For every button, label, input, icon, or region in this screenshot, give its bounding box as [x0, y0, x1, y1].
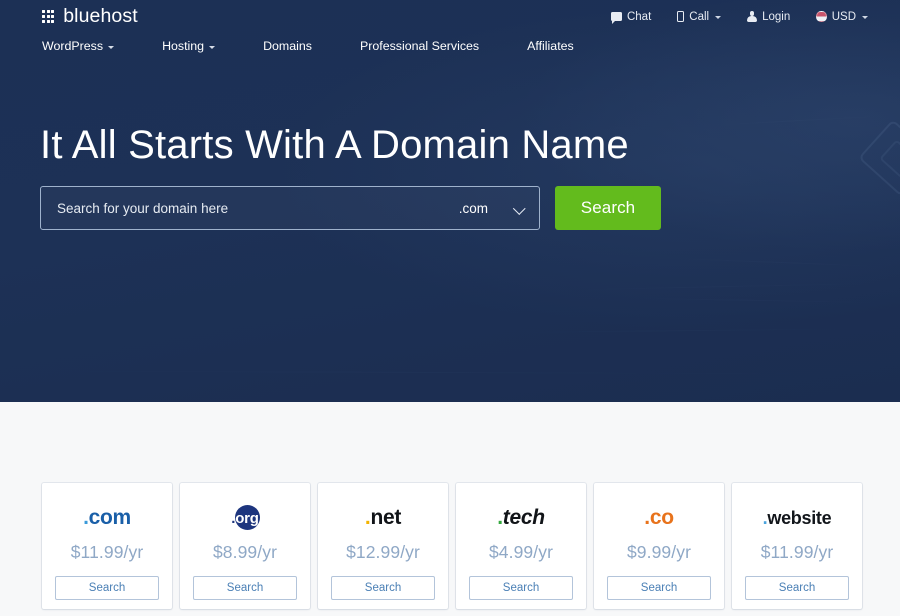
hero-decorative-shape	[858, 119, 900, 197]
tld-dropdown[interactable]: .com	[449, 201, 525, 216]
tld-price-co: $9.99/yr	[626, 542, 692, 562]
grid-dots-icon	[42, 10, 55, 23]
tld-card-net[interactable]: . net $12.99/yr Search	[318, 483, 448, 609]
chevron-down-icon	[108, 46, 115, 49]
tld-logo-org: .org	[225, 505, 265, 530]
tld-logo-co: . co	[644, 506, 674, 530]
tld-pricing-section: . com $11.99/yr Search .org $8.99/yr Sear…	[0, 402, 900, 616]
topbar-label-currency: USD	[831, 10, 856, 23]
topbar-label-login: Login	[762, 10, 791, 23]
tld-search-button-website[interactable]: Search	[745, 576, 849, 600]
tld-name-co: co	[649, 506, 674, 529]
user-icon	[747, 11, 758, 22]
topbar-item-login[interactable]: Login	[747, 11, 790, 23]
tld-card-website[interactable]: . website $11.99/yr Search	[732, 483, 862, 609]
chevron-down-icon	[514, 203, 525, 214]
page-root: bluehost Chat Call Login USD WordPress H…	[0, 0, 900, 616]
tld-card-tech[interactable]: . tech $4.99/yr Search	[456, 483, 586, 609]
tld-price-tech: $4.99/yr	[488, 542, 554, 562]
brand-logo[interactable]: bluehost	[42, 5, 138, 28]
hero-section: bluehost Chat Call Login USD WordPress H…	[0, 0, 900, 402]
nav-label-hosting: Hosting	[162, 39, 205, 53]
tld-card-list: . com $11.99/yr Search .org $8.99/yr Sear…	[42, 483, 862, 609]
tld-search-button-co[interactable]: Search	[607, 576, 711, 600]
chevron-down-icon	[862, 16, 868, 19]
tld-name-com: com	[88, 506, 132, 529]
nav-item-professional-services[interactable]: Professional Services	[360, 39, 479, 53]
nav-label-professional-services: Professional Services	[359, 39, 480, 53]
tld-price-org: $8.99/yr	[212, 542, 278, 562]
nav-item-wordpress[interactable]: WordPress	[42, 39, 115, 53]
search-button[interactable]: Search	[555, 186, 661, 230]
tld-name-tech: tech	[502, 506, 545, 529]
tld-logo-net: . net	[365, 506, 401, 530]
tld-search-button-com[interactable]: Search	[55, 576, 159, 600]
tld-selected-value: .com	[458, 200, 488, 216]
tld-price-net: $12.99/yr	[346, 542, 420, 562]
tld-search-button-org[interactable]: Search	[193, 576, 297, 600]
nav-item-hosting[interactable]: Hosting	[162, 39, 216, 53]
topbar-label-chat: Chat	[626, 10, 652, 23]
chat-icon	[610, 12, 622, 24]
nav-item-domains[interactable]: Domains	[263, 39, 312, 53]
search-input[interactable]	[57, 200, 449, 216]
tld-name-net: net	[370, 506, 402, 529]
topbar-item-call[interactable]: Call	[677, 10, 722, 23]
topbar-item-chat[interactable]: Chat	[610, 10, 652, 24]
domain-search-box[interactable]: .com	[40, 186, 540, 230]
tld-logo-tech: . tech	[497, 506, 545, 530]
hero-title: It All Starts With A Domain Name	[40, 123, 629, 167]
currency-flag-icon	[816, 11, 827, 22]
brand-name: bluehost	[63, 5, 138, 27]
tld-card-co[interactable]: . co $9.99/yr Search	[594, 483, 724, 609]
chevron-down-icon	[209, 46, 216, 49]
top-utility-links: Chat Call Login USD	[610, 10, 876, 24]
tld-price-website: $11.99/yr	[760, 542, 834, 562]
nav-label-affiliates: Affiliates	[527, 39, 574, 53]
tld-name-org: org	[235, 509, 259, 527]
tld-logo-website: . website	[763, 506, 832, 530]
topbar-item-currency[interactable]: USD	[816, 11, 868, 23]
hero-decorative-shape-inner	[879, 139, 900, 179]
tld-name-website: website	[767, 507, 832, 528]
tld-logo-com: . com	[83, 506, 131, 530]
tld-search-button-tech[interactable]: Search	[469, 576, 573, 600]
main-navigation: WordPress Hosting Domains Professional S…	[0, 33, 900, 59]
tld-price-com: $11.99/yr	[70, 542, 144, 562]
tld-card-com[interactable]: . com $11.99/yr Search	[42, 483, 172, 609]
nav-label-wordpress: WordPress	[42, 39, 104, 53]
top-utility-bar: bluehost Chat Call Login USD	[0, 0, 900, 33]
nav-item-affiliates[interactable]: Affiliates	[527, 39, 574, 53]
tld-search-button-net[interactable]: Search	[331, 576, 435, 600]
tld-card-org[interactable]: .org $8.99/yr Search	[180, 483, 310, 609]
domain-search-row: .com Search	[40, 186, 661, 230]
nav-label-domains: Domains	[263, 39, 312, 53]
phone-icon	[677, 11, 685, 22]
topbar-label-call: Call	[689, 10, 710, 23]
chevron-down-icon	[715, 16, 722, 19]
